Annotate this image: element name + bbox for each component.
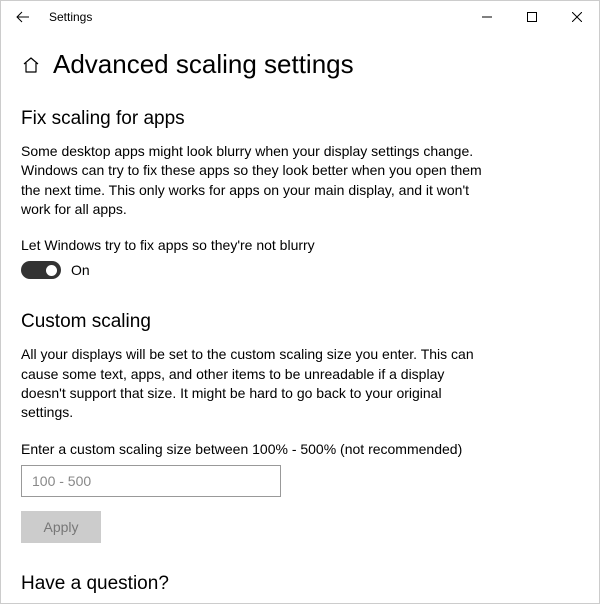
home-icon[interactable] [21, 55, 41, 75]
fix-scaling-toggle-row: On [21, 261, 579, 279]
toggle-knob [46, 265, 57, 276]
fix-blurry-toggle-state: On [71, 262, 90, 278]
content-scroll[interactable]: Advanced scaling settings Fix scaling fo… [1, 33, 599, 603]
custom-scaling-input[interactable] [21, 465, 281, 497]
page-header: Advanced scaling settings [21, 49, 579, 80]
custom-scaling-heading: Custom scaling [21, 311, 579, 333]
help-heading: Have a question? [21, 573, 579, 595]
window-title: Settings [49, 10, 92, 24]
fix-scaling-toggle-label: Let Windows try to fix apps so they're n… [21, 237, 579, 253]
titlebar: Settings [1, 1, 599, 33]
maximize-button[interactable] [509, 2, 554, 32]
close-icon [572, 12, 582, 22]
fix-scaling-heading: Fix scaling for apps [21, 108, 579, 130]
content: Advanced scaling settings Fix scaling fo… [1, 33, 599, 603]
back-button[interactable] [9, 3, 37, 31]
minimize-icon [482, 12, 492, 22]
custom-scaling-input-label: Enter a custom scaling size between 100%… [21, 441, 579, 457]
settings-window: Settings Advanced scaling settings Fix s… [0, 0, 600, 604]
custom-scaling-description: All your displays will be set to the cus… [21, 345, 491, 422]
page-title: Advanced scaling settings [53, 49, 354, 80]
maximize-icon [527, 12, 537, 22]
arrow-left-icon [16, 10, 30, 24]
minimize-button[interactable] [464, 2, 509, 32]
fix-scaling-description: Some desktop apps might look blurry when… [21, 142, 491, 219]
apply-button[interactable]: Apply [21, 511, 101, 543]
fix-blurry-toggle[interactable] [21, 261, 61, 279]
caption-buttons [464, 2, 599, 32]
close-button[interactable] [554, 2, 599, 32]
